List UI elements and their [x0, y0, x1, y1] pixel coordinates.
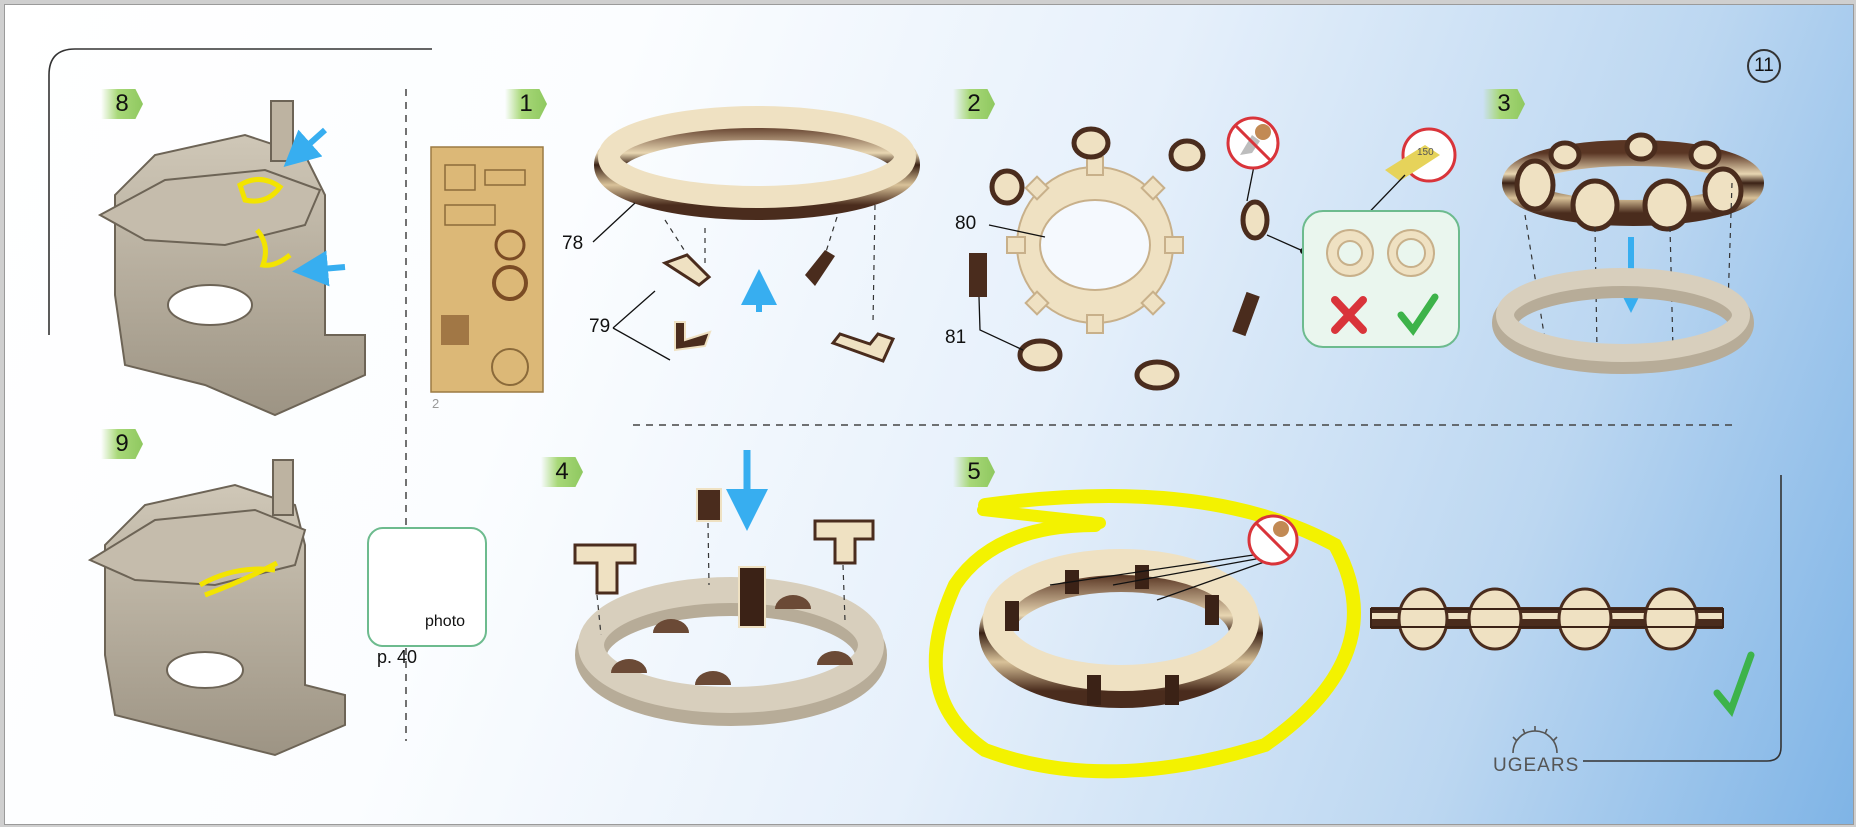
brand-logo-text: UGEARS: [1493, 755, 1580, 776]
photo-reference-box[interactable]: photo: [367, 527, 487, 647]
part-number-81: 81: [945, 327, 967, 348]
arrow-icon: [283, 127, 327, 167]
step-badge-8: 8: [101, 89, 143, 119]
page-number: 11: [1747, 49, 1781, 83]
step-badge-1: 1: [505, 89, 547, 119]
step-badge-4: 4: [541, 457, 583, 487]
ugears-gear-logo-icon: [1512, 726, 1558, 754]
part-number-78: 78: [562, 233, 584, 254]
parts-sheet: [430, 146, 544, 393]
step-badge-2: 2: [953, 89, 995, 119]
grit-label: 150: [1417, 147, 1434, 158]
photo-label: photo: [425, 613, 466, 630]
step4-assembly: [573, 450, 887, 726]
instruction-page: 150 8 9 1 2 3 4 5 11 78 79 80 81 2 photo…: [4, 4, 1854, 825]
part-number-80: 80: [955, 213, 977, 234]
illustration-layer: 150: [48, 48, 1782, 779]
no-glue-icon: [1226, 116, 1280, 170]
washer-compare-box: [1302, 210, 1460, 348]
check-icon: [1713, 651, 1755, 717]
step-badge-3: 3: [1483, 89, 1525, 119]
step3-assembly: [1492, 132, 1764, 374]
step5-assembly: [928, 489, 1755, 779]
part-number-79: 79: [589, 316, 611, 337]
step8-model: [97, 100, 366, 417]
sheet-number: 2: [432, 396, 440, 411]
step-badge-5: 5: [953, 457, 995, 487]
step1-ring: [592, 106, 920, 363]
arrow-icon: [292, 250, 346, 287]
page-reference: p. 40: [377, 647, 418, 667]
step9-model: [87, 459, 346, 757]
step-badge-9: 9: [101, 429, 143, 459]
